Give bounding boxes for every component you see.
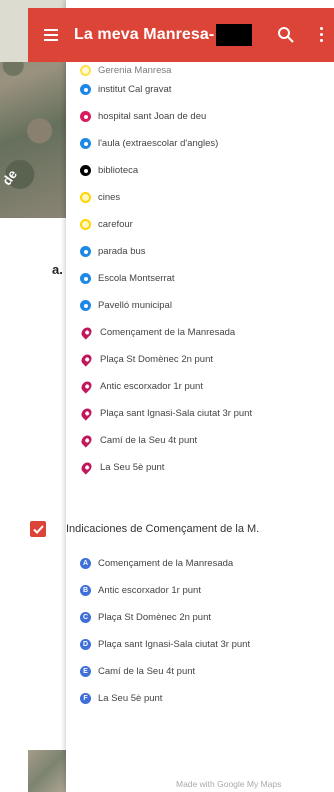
step-marker-icon: B — [80, 585, 91, 596]
direction-step[interactable]: B Antic escorxador 1r punt — [80, 577, 334, 604]
background-image-thumbnail — [28, 750, 66, 792]
footer-credit[interactable]: Made with Google My Maps — [176, 779, 281, 789]
list-item[interactable]: Pavelló municipal — [80, 292, 334, 319]
step-marker-icon: C — [80, 612, 91, 623]
list-item[interactable]: carefour — [80, 211, 334, 238]
pin-icon — [79, 325, 94, 340]
directions-layer-header: Indicaciones de Començament de la M. — [30, 514, 334, 544]
list-item[interactable]: parada bus — [80, 238, 334, 265]
step-marker-icon: E — [80, 666, 91, 677]
list-item[interactable]: La Seu 5è punt — [79, 454, 334, 481]
directions-layer-title: Indicaciones de Començament de la M. — [66, 523, 260, 535]
direction-step[interactable]: E Camí de la Seu 4t punt — [80, 658, 334, 685]
pin-icon — [79, 352, 94, 367]
list-item[interactable]: biblioteca — [80, 157, 334, 184]
list-item-label: Pavelló municipal — [98, 300, 172, 311]
search-icon[interactable] — [276, 25, 296, 45]
direction-step-label: Plaça St Domènec 2n punt — [98, 612, 212, 623]
direction-step[interactable]: F La Seu 5è punt — [80, 685, 334, 712]
list-item[interactable]: cines — [80, 184, 334, 211]
list-item-label: Plaça sant Ignasi-Sala ciutat 3r punt — [100, 408, 253, 419]
direction-step-label: Començament de la Manresada — [98, 558, 234, 569]
step-marker-icon: A — [80, 558, 91, 569]
list-item-label: hospital sant Joan de deu — [98, 111, 207, 122]
list-item-label: parada bus — [98, 246, 146, 257]
direction-step-label: Plaça sant Ignasi-Sala ciutat 3r punt — [98, 639, 251, 650]
library-icon — [80, 165, 91, 176]
redacted-block — [216, 24, 253, 46]
list-item[interactable]: l'aula (extraescolar d'angles) — [80, 130, 334, 157]
list-item[interactable]: Començament de la Manresada — [79, 319, 334, 346]
layer-item-list: Gerenia Manresa institut Cal gravat hospit… — [79, 62, 334, 481]
layer-visibility-checkbox[interactable] — [30, 521, 46, 537]
directions-step-list: A Començament de la Manresada B Antic escor… — [80, 550, 334, 712]
list-item-label: Començament de la Manresada — [100, 327, 236, 338]
pin-icon — [79, 406, 94, 421]
step-marker-icon: F — [80, 693, 91, 704]
list-item-label: La Seu 5è punt — [100, 462, 165, 473]
map-title: La meva Manresa- — [74, 26, 215, 43]
circle-icon — [80, 219, 91, 230]
info-icon — [80, 65, 91, 76]
list-item[interactable]: hospital sant Joan de deu — [80, 103, 334, 130]
circle-icon — [80, 192, 91, 203]
list-item[interactable]: Gerenia Manresa — [80, 62, 334, 76]
list-item-label: Gerenia Manresa — [98, 65, 172, 76]
step-marker-icon: D — [80, 639, 91, 650]
hospital-icon — [80, 111, 91, 122]
direction-step[interactable]: A Començament de la Manresada — [80, 550, 334, 577]
list-item[interactable]: Camí de la Seu 4t punt — [79, 427, 334, 454]
school-icon — [80, 84, 91, 95]
list-item-label: Antic escorxador 1r punt — [100, 381, 203, 392]
direction-step-label: La Seu 5è punt — [98, 693, 163, 704]
school-icon — [80, 138, 91, 149]
list-item-label: cines — [98, 192, 121, 203]
pin-icon — [79, 433, 94, 448]
list-item[interactable]: Plaça St Domènec 2n punt — [79, 346, 334, 373]
more-options-icon[interactable] — [320, 27, 326, 45]
list-item-label: Camí de la Seu 4t punt — [100, 435, 198, 446]
directions-layer: Indicaciones de Començament de la M. A Co… — [30, 514, 334, 704]
list-item-label: Plaça St Domènec 2n punt — [100, 354, 214, 365]
list-item[interactable]: institut Cal gravat — [80, 76, 334, 103]
app-header: La meva Manresa- — [28, 8, 334, 62]
school-icon — [80, 273, 91, 284]
pin-icon — [79, 460, 94, 475]
direction-step-label: Antic escorxador 1r punt — [98, 585, 201, 596]
list-item-label: institut Cal gravat — [98, 84, 172, 95]
list-item-label: carefour — [98, 219, 133, 230]
direction-step-label: Camí de la Seu 4t punt — [98, 666, 196, 677]
menu-icon[interactable] — [28, 8, 74, 62]
direction-step[interactable]: C Plaça St Domènec 2n punt — [80, 604, 334, 631]
list-item[interactable]: Escola Montserrat — [80, 265, 334, 292]
list-item-label: biblioteca — [98, 165, 139, 176]
checkmark-icon — [32, 524, 44, 534]
direction-step[interactable]: D Plaça sant Ignasi-Sala ciutat 3r punt — [80, 631, 334, 658]
sports-icon — [80, 300, 91, 311]
list-item-label: Escola Montserrat — [98, 273, 175, 284]
pin-icon — [79, 379, 94, 394]
list-item[interactable]: Antic escorxador 1r punt — [79, 373, 334, 400]
list-item-label: l'aula (extraescolar d'angles) — [98, 138, 219, 149]
background-text-fragment: a. — [52, 262, 63, 277]
list-item[interactable]: Plaça sant Ignasi-Sala ciutat 3r punt — [79, 400, 334, 427]
bus-icon — [80, 246, 91, 257]
